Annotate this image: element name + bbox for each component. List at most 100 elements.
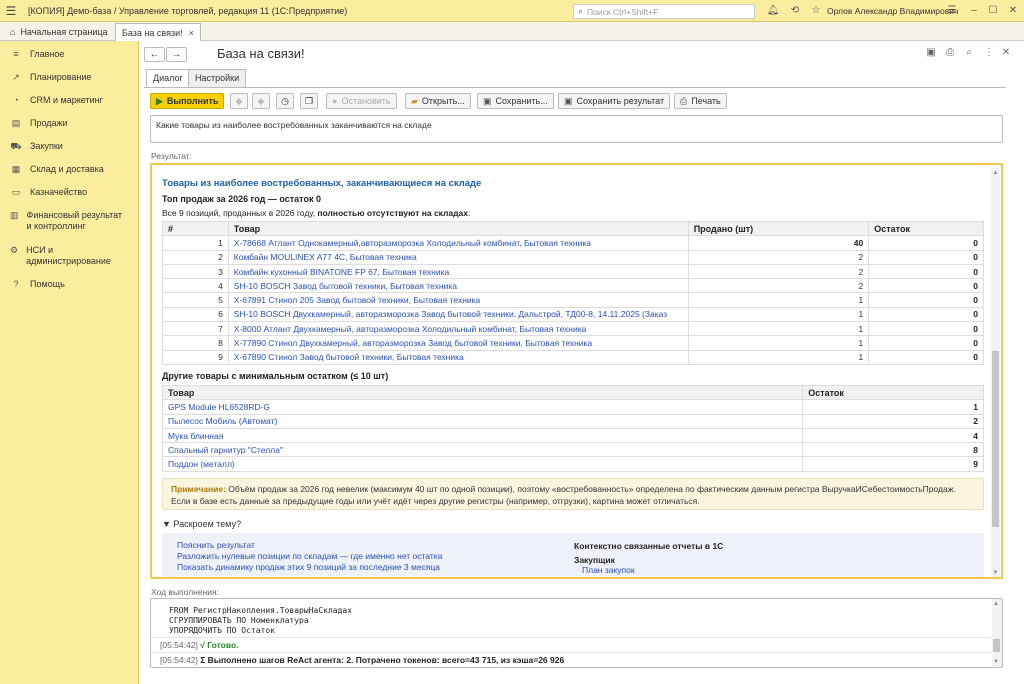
col-stock: Остаток <box>868 220 984 237</box>
run-button[interactable]: ▶ Выполнить <box>150 93 225 109</box>
item-link[interactable]: Х-67891 Стинол 205 Завод бытовой техники… <box>227 292 689 308</box>
sidebar-item-treasury[interactable]: ▭ Казначейство <box>0 187 139 198</box>
scroll-up-icon[interactable]: ▲ <box>991 170 1000 176</box>
table-row: 3 Комбайн кухонный BINATONE FP 67, Бытова… <box>162 263 984 280</box>
log-code-line: УПОРЯДОЧИТЬ ПО Остаток <box>169 626 275 635</box>
maximize-icon[interactable]: ☐ <box>985 3 1001 19</box>
scroll-down-icon[interactable]: ▼ <box>993 659 999 665</box>
item-link[interactable]: Спальный гарнитур "Стелла" <box>161 442 804 458</box>
result-label: Результат: <box>151 151 193 161</box>
sidebar-item-purchases[interactable]: ⛟ Закупки <box>0 141 139 152</box>
followup-link[interactable]: Пояснить результат <box>177 540 255 550</box>
history-button[interactable]: ◷ <box>276 93 294 109</box>
history-icon[interactable]: ⟲ <box>787 3 803 19</box>
item-link[interactable]: Х-8000 Атлант Двухкамерный, авторазмороз… <box>227 321 689 337</box>
related-report-link[interactable]: План закупок <box>582 565 635 575</box>
followup-link[interactable]: Разложить нулевые позиции по складам — г… <box>177 551 442 561</box>
page-title: База на связи! <box>217 46 305 61</box>
item-link[interactable]: Мука блинная <box>161 427 804 444</box>
log-divider <box>151 652 991 653</box>
item-link[interactable]: Х-78668 Атлант Однокамерный,авторазмороз… <box>227 235 689 251</box>
sidebar-item-warehouse[interactable]: ▦ Склад и доставка <box>0 164 139 175</box>
forward-button[interactable]: → <box>166 47 187 62</box>
item-link[interactable]: Пылесос Мобиль (Автомат) <box>161 413 804 429</box>
search-input[interactable]: ⌕ Поиск Ctrl+Shift+F <box>573 4 755 19</box>
user-name[interactable]: Орлов Александр Владимирович <box>827 0 958 22</box>
col-sold: Продано (шт) <box>687 220 870 237</box>
close-window-icon[interactable]: ✕ <box>1005 3 1021 19</box>
sidebar-item-finance[interactable]: ▥ Финансовый результат и контроллинг <box>0 210 125 232</box>
sidebar-item-planning[interactable]: ↗ Планирование <box>0 72 139 83</box>
bell-icon[interactable]: 🔔︎ <box>765 3 781 19</box>
scroll-up-icon[interactable]: ▲ <box>993 601 999 607</box>
save-icon[interactable]: ▣ <box>924 47 938 61</box>
item-link[interactable]: Х-77890 Стинол Двухкамерный, авторазморо… <box>227 335 689 351</box>
stop-button[interactable]: ● Остановить <box>326 93 397 109</box>
table-row: Мука блинная 4 <box>161 427 984 444</box>
query-input[interactable]: Какие товары из наиболее востребованных … <box>150 115 1003 143</box>
scroll-thumb[interactable] <box>992 351 999 527</box>
item-link[interactable]: Х-67890 Стинол Завод бытовой техники, Бы… <box>227 349 689 365</box>
floppy-icon: ▣ <box>564 95 573 106</box>
gear-icon: ⚙ <box>10 245 19 255</box>
item-link[interactable]: SH-10 BOSCH Двухкамерный, авторазморозка… <box>227 306 689 323</box>
sidebar-item-main[interactable]: ≡ Главное <box>0 49 139 60</box>
back-button[interactable]: ← <box>144 47 165 62</box>
sidebar-item-nsi[interactable]: ⚙ НСИ и администрирование <box>0 245 111 267</box>
item-link[interactable]: GPS Module HL6528RD-G <box>161 399 804 415</box>
minimize-icon[interactable]: – <box>966 3 982 19</box>
followup-link[interactable]: Показать динамику продаж этих 9 позиций … <box>177 562 440 572</box>
tab-settings[interactable]: Настройки <box>188 69 247 88</box>
result-scrollbar[interactable]: ▲ ▼ <box>991 168 1000 577</box>
main-menu-icon[interactable]: ☰ <box>0 4 22 18</box>
save-result-button[interactable]: ▣ Сохранить результат <box>558 93 671 109</box>
bag-icon: ▤ <box>11 118 21 128</box>
tab-dialog[interactable]: Диалог <box>146 69 190 88</box>
tabs-bar: ⌂ Начальная страница База на связи! × <box>0 22 1024 41</box>
result-summary: Все 9 позиций, проданных в 2026 году, по… <box>162 208 471 218</box>
table-row: Пылесос Мобиль (Автомат) 2 <box>161 413 984 429</box>
log-scrollbar[interactable]: ▲ ▼ <box>992 599 1002 667</box>
log-panel[interactable]: FROM РегистрНакопления.ТоварыНаСкладах С… <box>150 598 1003 668</box>
print-button[interactable]: ⎙ Печать <box>674 93 727 109</box>
log-entry: [05:54:42] Σ Выполнено шагов ReAct агент… <box>160 655 565 665</box>
preview-icon[interactable]: ⌕ <box>962 47 976 61</box>
settings-icon[interactable]: ☰ <box>944 3 960 19</box>
tab-home[interactable]: ⌂ Начальная страница <box>4 23 114 41</box>
next-button[interactable]: ◆ <box>252 93 270 109</box>
star-icon[interactable]: ☆ <box>808 3 824 19</box>
table-row: 7 Х-8000 Атлант Двухкамерный, авторазморо… <box>162 321 984 337</box>
diamond-right-icon: ◆ <box>257 95 265 106</box>
table-row: 6 SH-10 BOSCH Двухкамерный, авторазморозк… <box>162 306 984 323</box>
close-tab-icon[interactable]: × <box>189 28 194 38</box>
note-label: Примечание: <box>171 484 226 494</box>
search-icon: ⌕ <box>577 6 584 16</box>
item-link[interactable]: Комбайн кухонный BINATONE FP 67, Бытовая… <box>227 263 689 280</box>
more-icon[interactable]: ⋮ <box>982 47 996 61</box>
sidebar-item-sales[interactable]: ▤ Продажи <box>0 118 139 129</box>
item-link[interactable]: Поддон (металл) <box>161 456 804 472</box>
sidebar-item-help[interactable]: ? Помощь <box>0 279 139 290</box>
section-min-stock: Другие товары с минимальным остатком (≤ … <box>162 371 389 381</box>
scroll-thumb[interactable] <box>993 639 1000 652</box>
floppy-icon: ▣ <box>483 95 492 106</box>
table-row: 8 Х-77890 Стинол Двухкамерный, авторазмор… <box>162 335 984 351</box>
scroll-down-icon[interactable]: ▼ <box>991 570 1000 576</box>
prev-button[interactable]: ◆ <box>230 93 248 109</box>
save-button[interactable]: ▣ Сохранить... <box>477 93 554 109</box>
sidebar-item-crm[interactable]: ◔ CRM и маркетинг <box>0 95 139 106</box>
printer-icon: ⎙ <box>680 95 688 106</box>
log-code-line: СГРУППИРОВАТЬ ПО Номенклатура <box>169 616 309 625</box>
item-link[interactable]: Комбайн MOULINEX A77 4C, Бытовая техника <box>227 249 689 265</box>
copy-button[interactable]: ❐ <box>300 93 318 109</box>
expand-toggle[interactable]: ▼ Раскроем тему? <box>162 519 241 529</box>
result-panel[interactable]: Товары из наиболее востребованных, закан… <box>150 163 1003 579</box>
table-row: Поддон (металл) 9 <box>161 456 984 472</box>
item-link[interactable]: SH-10 BOSCH Завод бытовой техники, Бытов… <box>227 278 689 294</box>
print-icon[interactable]: ⎙ <box>943 47 957 61</box>
open-button[interactable]: ▰ Открыть... <box>405 93 471 109</box>
table-row: 5 Х-67891 Стинол 205 Завод бытовой техник… <box>162 292 984 308</box>
result-subtitle: Топ продаж за 2026 год — остаток 0 <box>162 194 321 204</box>
close-form-icon[interactable]: ✕ <box>999 47 1013 61</box>
tab-active[interactable]: База на связи! × <box>115 23 201 41</box>
